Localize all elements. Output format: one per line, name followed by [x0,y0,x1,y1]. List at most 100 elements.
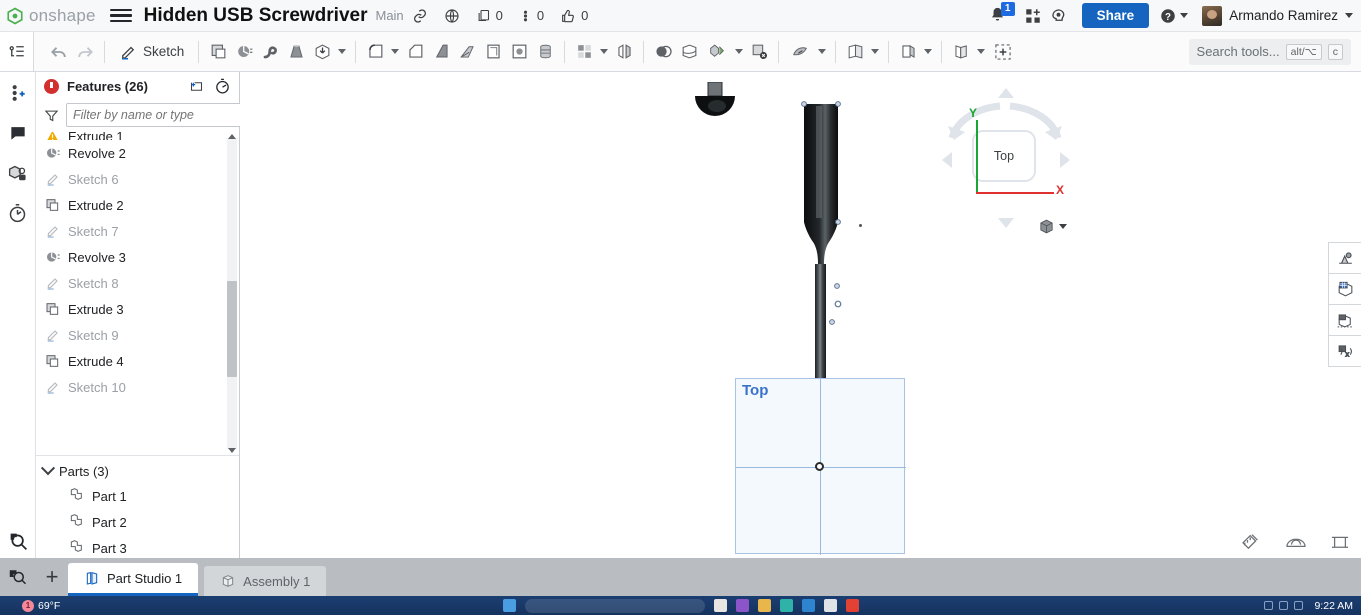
parts-header[interactable]: Parts (3) [36,459,239,483]
widgets-icon[interactable] [713,599,727,612]
feature-filter-input[interactable] [66,103,243,127]
variables-icon[interactable]: x [1328,335,1361,367]
view-orientation-button[interactable] [1038,218,1067,235]
user-menu-chevron-down-icon[interactable] [1345,13,1353,18]
store-icon[interactable] [801,599,815,612]
feature-row-revolve-2[interactable]: Revolve 2 [36,140,239,166]
rail-history-icon[interactable] [7,202,29,224]
scroll-up-arrow-icon[interactable] [228,134,236,139]
pattern-dropdown[interactable] [597,38,611,66]
split-button[interactable] [676,38,702,66]
derived-dropdown[interactable] [974,38,988,66]
feature-row-extrude-2[interactable]: Extrude 2 [36,192,239,218]
rail-zoom-search-icon[interactable] [7,530,29,552]
sketch-button[interactable]: Sketch [111,43,192,61]
tab-part-studio-1[interactable]: Part Studio 1 [68,563,199,596]
mirror-button[interactable] [611,38,637,66]
help-button[interactable]: ? [1159,7,1189,25]
branch-label[interactable]: Main [375,8,403,23]
measure-icon[interactable] [1328,304,1361,336]
list-item[interactable]: Part 1 [36,483,239,509]
undo-button[interactable] [46,38,72,66]
copies-button[interactable]: 0 [476,8,503,23]
display-state-icon[interactable] [1328,273,1361,305]
add-tab-button[interactable]: + [36,558,68,596]
rail-branch-icon[interactable] [7,82,29,104]
weather-widget[interactable]: 1 69°F [22,599,60,612]
curve-tools-button[interactable] [785,38,815,66]
search-tools-input[interactable]: Search tools... alt/⌥ c [1188,38,1351,65]
extrude-button[interactable] [205,38,231,66]
chamfer-button[interactable] [402,38,428,66]
fillet-button[interactable] [362,38,388,66]
error-icon[interactable] [44,78,59,94]
brand-label[interactable]: onshape [29,6,96,26]
feature-list[interactable]: Extrude 1 Revolve 2 Sketch 6 Extrude 2 S… [36,132,239,455]
view-cube[interactable]: Top Y X [930,80,1080,240]
learning-center-icon[interactable] [1046,4,1072,28]
feature-row-sketch-7[interactable]: Sketch 7 [36,218,239,244]
section-scale-icon[interactable] [1329,532,1351,550]
draft-button[interactable] [428,38,454,66]
view-down-arrow-icon[interactable] [998,218,1014,228]
view-cube-face[interactable]: Top [972,130,1036,182]
curve-dropdown[interactable] [815,38,829,66]
wifi-icon[interactable] [1264,601,1273,610]
plane-button[interactable] [842,38,868,66]
mass-properties-icon[interactable] [1285,532,1307,550]
avatar[interactable] [1202,5,1223,26]
apps-grid-plus-icon[interactable] [1020,4,1046,28]
screwdriver-cap-part[interactable] [693,82,737,118]
feature-row-clipped[interactable]: Extrude 1 [36,132,239,140]
link-icon[interactable] [412,8,428,24]
tab-search-icon[interactable] [0,558,36,596]
transform-button[interactable] [702,38,732,66]
mail-icon[interactable] [823,599,837,612]
feature-row-sketch-9[interactable]: Sketch 9 [36,322,239,348]
view-left-arrow-icon[interactable] [942,152,952,168]
feature-row-sketch-10[interactable]: Sketch 10 [36,374,239,400]
rollback-timer-icon[interactable] [213,77,231,95]
feature-row-sketch-6[interactable]: Sketch 6 [36,166,239,192]
plane-origin-point[interactable] [815,462,824,471]
workspace-visibility-button[interactable] [444,8,460,24]
notifications-button[interactable]: 1 [988,1,1015,27]
loft-button[interactable] [283,38,309,66]
tab-assembly-1[interactable]: Assembly 1 [204,566,327,596]
list-item[interactable]: Part 2 [36,509,239,535]
feature-row-revolve-3[interactable]: Revolve 3 [36,244,239,270]
scrollbar-thumb[interactable] [227,281,237,378]
plane-dropdown[interactable] [868,38,882,66]
rib-button[interactable] [454,38,480,66]
thicken-button[interactable] [309,38,335,66]
boolean-button[interactable] [650,38,676,66]
hamburger-icon[interactable] [109,6,132,26]
likes-button[interactable]: 0 [560,8,588,24]
taskbar-search-input[interactable] [524,598,705,613]
thread-button[interactable] [532,38,558,66]
linear-pattern-button[interactable] [571,38,597,66]
start-icon[interactable] [502,599,516,612]
sweep-button[interactable] [257,38,283,66]
new-folder-icon[interactable] [187,77,205,95]
3d-viewport[interactable]: Top Top Y X x [240,72,1361,558]
revolve-button[interactable] [231,38,257,66]
assembly-context-button[interactable] [895,38,921,66]
onshape-logo-icon[interactable] [6,7,24,25]
versions-button[interactable]: 0 [519,8,544,24]
sheet-metal-dropdown[interactable] [921,38,935,66]
chrome-icon[interactable] [845,599,859,612]
rail-part-permissions-icon[interactable] [7,162,29,184]
chat-icon[interactable] [735,599,749,612]
shell-button[interactable] [480,38,506,66]
fillet-dropdown[interactable] [388,38,402,66]
battery-icon[interactable] [1294,601,1303,610]
scroll-down-arrow-icon[interactable] [228,448,236,453]
rail-comments-icon[interactable] [7,122,29,144]
edge-icon[interactable] [779,599,793,612]
funnel-icon[interactable] [44,108,59,123]
feature-list-scrollbar[interactable] [227,134,237,453]
feature-row-sketch-8[interactable]: Sketch 8 [36,270,239,296]
sketch-plane-top[interactable]: Top [735,378,906,555]
share-button[interactable]: Share [1081,3,1150,28]
